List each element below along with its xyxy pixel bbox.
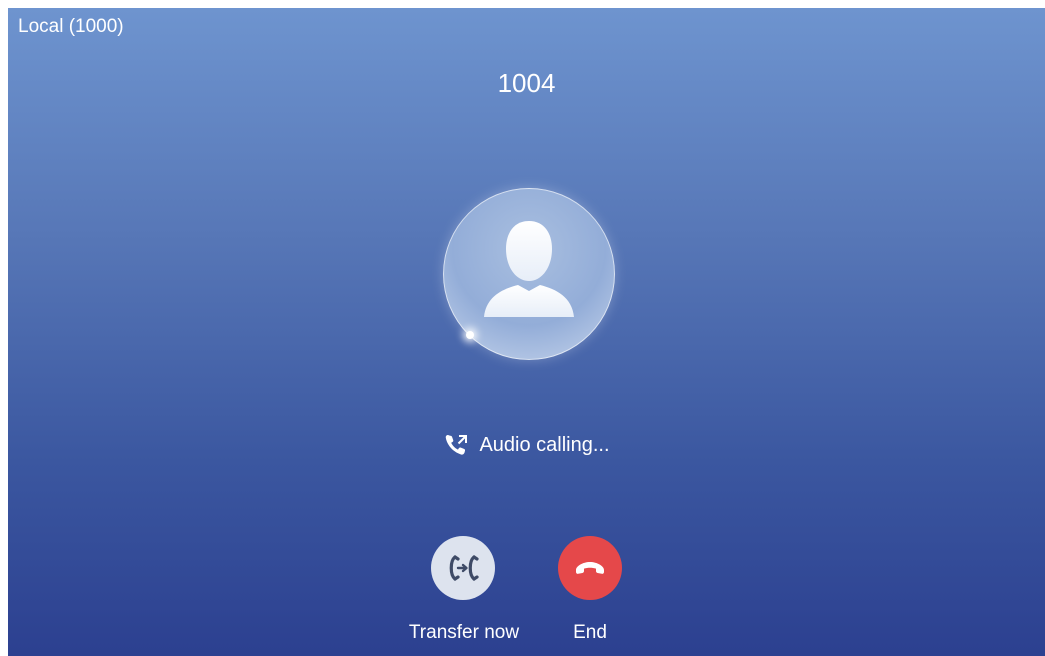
transfer-icon	[449, 555, 479, 581]
transfer-now-button[interactable]	[431, 536, 495, 600]
outgoing-call-icon	[446, 435, 468, 455]
call-status-text: Audio calling...	[479, 433, 610, 456]
account-label: Local (1000)	[18, 16, 124, 37]
callee-number: 1004	[497, 68, 556, 98]
end-call-button[interactable]	[558, 536, 622, 600]
call-status: Audio calling...	[8, 432, 1045, 458]
transfer-now-label: Transfer now	[408, 622, 520, 643]
call-screen: Local (1000) 1004 Audio calling... Trans…	[8, 8, 1045, 656]
avatar-glow-spark	[466, 331, 474, 339]
end-call-label: End	[573, 622, 607, 643]
hang-up-icon	[576, 562, 604, 574]
